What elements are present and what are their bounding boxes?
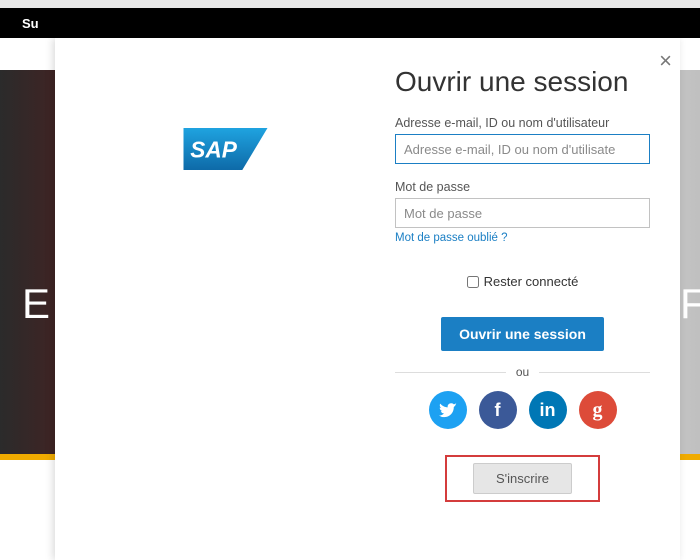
top-gray-bar — [0, 0, 700, 8]
forgot-password-link[interactable]: Mot de passe oublié ? — [395, 232, 508, 244]
remember-label: Rester connecté — [484, 274, 579, 289]
divider-text: ou — [516, 365, 529, 379]
divider-line-right — [539, 372, 650, 373]
password-input[interactable] — [395, 198, 650, 228]
hero-text-right: F — [680, 280, 700, 328]
modal-title: Ouvrir une session — [395, 66, 650, 98]
close-glyph: × — [659, 48, 672, 73]
svg-text:SAP: SAP — [190, 136, 237, 162]
sap-logo: SAP — [183, 128, 268, 170]
signup-button[interactable]: S'inscrire — [473, 463, 572, 494]
login-button[interactable]: Ouvrir une session — [441, 317, 604, 351]
remember-row: Rester connecté — [395, 274, 650, 289]
remember-checkbox[interactable] — [467, 276, 479, 288]
top-nav-label: Su — [22, 16, 39, 31]
divider-line-left — [395, 372, 506, 373]
login-modal: SAP × Ouvrir une session Adresse e-mail,… — [55, 38, 680, 560]
hero-text-left: E — [22, 280, 51, 328]
signup-highlight: S'inscrire — [445, 455, 600, 502]
email-label: Adresse e-mail, ID ou nom d'utilisateur — [395, 116, 650, 130]
google-icon[interactable]: g — [579, 391, 617, 429]
password-label: Mot de passe — [395, 180, 650, 194]
linkedin-icon[interactable]: in — [529, 391, 567, 429]
divider: ou — [395, 365, 650, 379]
close-icon[interactable]: × — [659, 50, 672, 72]
email-field-group: Adresse e-mail, ID ou nom d'utilisateur — [395, 116, 650, 164]
password-field-group: Mot de passe Mot de passe oublié ? — [395, 180, 650, 246]
modal-form-panel: × Ouvrir une session Adresse e-mail, ID … — [395, 38, 680, 560]
social-row: f in g — [395, 391, 650, 429]
twitter-icon[interactable] — [429, 391, 467, 429]
top-nav-bar: Su — [0, 8, 700, 38]
facebook-icon[interactable]: f — [479, 391, 517, 429]
modal-brand-panel: SAP — [55, 38, 395, 560]
email-input[interactable] — [395, 134, 650, 164]
